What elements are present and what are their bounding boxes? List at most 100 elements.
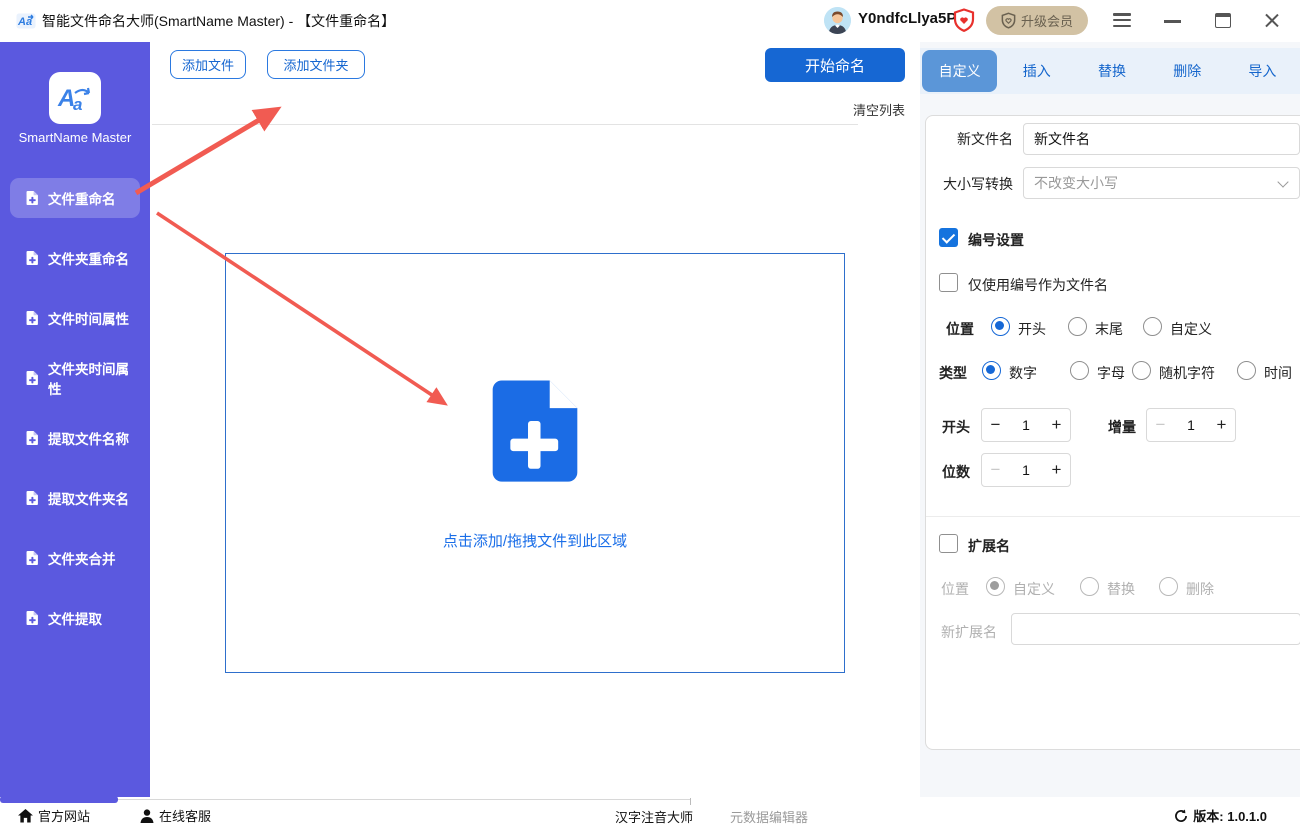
start-number-stepper: − 1 + bbox=[981, 408, 1071, 442]
new-extension-input[interactable] bbox=[1011, 613, 1300, 645]
start-number-value[interactable]: 1 bbox=[1009, 417, 1043, 433]
document-plus-icon bbox=[26, 610, 39, 626]
toolbar-divider bbox=[152, 124, 858, 125]
sidebar-item-folder-merge[interactable]: 文件夹合并 bbox=[10, 538, 140, 578]
footer: 官方网站 在线客服 汉字注音大师 元数据编辑器 版本: 1.0.1.0 bbox=[0, 797, 1300, 832]
add-files-button[interactable]: 添加文件 bbox=[170, 50, 246, 79]
chevron-down-icon bbox=[1277, 176, 1288, 187]
document-plus-icon bbox=[26, 430, 39, 446]
only-number-checkbox[interactable] bbox=[939, 273, 958, 292]
tab-insert[interactable]: 插入 bbox=[999, 48, 1074, 94]
sidebar-item-label: 提取文件夹名 bbox=[48, 488, 129, 508]
tab-import[interactable]: 导入 bbox=[1225, 48, 1300, 94]
document-plus-icon bbox=[26, 370, 39, 386]
digits-stepper: − 1 + bbox=[981, 453, 1071, 487]
position-option-label[interactable]: 自定义 bbox=[1170, 319, 1212, 339]
file-dropzone[interactable]: 点击添加/拖拽文件到此区域 bbox=[225, 253, 845, 673]
svg-text:a: a bbox=[73, 95, 82, 114]
custom-settings-card: 新文件名 大小写转换 不改变大小写 编号设置 仅使用编号作为文件名 位置 开头 … bbox=[925, 115, 1300, 750]
pinyin-master-link[interactable]: 汉字注音大师 bbox=[615, 807, 693, 826]
type-radio-number[interactable] bbox=[982, 361, 1001, 380]
type-option-label[interactable]: 数字 bbox=[1009, 363, 1037, 383]
ext-position-option-label: 删除 bbox=[1186, 579, 1214, 599]
minimize-button[interactable] bbox=[1164, 20, 1181, 23]
plus-button[interactable]: + bbox=[1043, 415, 1070, 435]
digits-label: 位数 bbox=[942, 462, 970, 482]
app-icon: Aa bbox=[16, 11, 36, 31]
tab-delete[interactable]: 删除 bbox=[1150, 48, 1225, 94]
start-number-label: 开头 bbox=[942, 417, 970, 437]
minus-button[interactable]: − bbox=[1147, 415, 1174, 435]
type-label: 类型 bbox=[939, 363, 967, 383]
app-name: SmartName Master bbox=[0, 130, 150, 145]
online-support-link[interactable]: 在线客服 bbox=[140, 806, 211, 825]
type-radio-time[interactable] bbox=[1237, 361, 1256, 380]
upgrade-member-label: 升级会员 bbox=[1021, 11, 1073, 30]
type-radio-letter[interactable] bbox=[1070, 361, 1089, 380]
document-plus-icon bbox=[26, 190, 39, 206]
numbering-checkbox[interactable] bbox=[939, 228, 958, 247]
case-conversion-label: 大小写转换 bbox=[928, 175, 1013, 193]
refresh-icon[interactable] bbox=[1174, 809, 1188, 823]
new-filename-input[interactable] bbox=[1023, 123, 1300, 155]
sidebar: A a SmartName Master 文件重命名 文件夹重命名 文件时间属性… bbox=[0, 42, 150, 798]
document-plus-icon bbox=[26, 310, 39, 326]
avatar[interactable] bbox=[824, 7, 851, 34]
minus-button[interactable]: − bbox=[982, 460, 1009, 480]
numbering-label: 编号设置 bbox=[968, 230, 1024, 250]
increment-label: 增量 bbox=[1108, 417, 1136, 437]
menu-icon[interactable] bbox=[1113, 13, 1131, 27]
sidebar-item-label: 文件时间属性 bbox=[48, 308, 129, 328]
add-file-icon bbox=[489, 376, 581, 488]
ext-position-radio-custom[interactable] bbox=[986, 577, 1005, 596]
sidebar-item-folder-rename[interactable]: 文件夹重命名 bbox=[10, 238, 140, 278]
tab-custom[interactable]: 自定义 bbox=[922, 50, 997, 92]
sidebar-item-folder-time[interactable]: 文件夹时间属性 bbox=[10, 358, 140, 398]
clear-list-link[interactable]: 清空列表 bbox=[805, 100, 905, 119]
position-option-label[interactable]: 开头 bbox=[1018, 319, 1046, 339]
sidebar-item-file-time[interactable]: 文件时间属性 bbox=[10, 298, 140, 338]
close-button[interactable] bbox=[1263, 12, 1280, 29]
position-radio-end[interactable] bbox=[1068, 317, 1087, 336]
case-conversion-value: 不改变大小写 bbox=[1034, 173, 1118, 193]
position-option-label[interactable]: 末尾 bbox=[1095, 319, 1123, 339]
ext-position-radio-delete[interactable] bbox=[1159, 577, 1178, 596]
maximize-button[interactable] bbox=[1215, 13, 1231, 28]
increment-stepper: − 1 + bbox=[1146, 408, 1236, 442]
digits-value[interactable]: 1 bbox=[1009, 462, 1043, 478]
extension-checkbox[interactable] bbox=[939, 534, 958, 553]
type-option-label[interactable]: 随机字符 bbox=[1159, 363, 1215, 383]
only-number-label: 仅使用编号作为文件名 bbox=[968, 275, 1108, 295]
type-option-label[interactable]: 字母 bbox=[1097, 363, 1125, 383]
sidebar-item-file-rename[interactable]: 文件重命名 bbox=[10, 178, 140, 218]
sidebar-item-label: 文件重命名 bbox=[48, 188, 116, 208]
title-bar: Aa 智能文件命名大师(SmartName Master) - 【文件重命名】 … bbox=[0, 0, 1300, 42]
metadata-editor-link[interactable]: 元数据编辑器 bbox=[730, 807, 808, 826]
plus-button[interactable]: + bbox=[1208, 415, 1235, 435]
case-conversion-select[interactable]: 不改变大小写 bbox=[1023, 167, 1300, 199]
increment-value[interactable]: 1 bbox=[1174, 417, 1208, 433]
document-plus-icon bbox=[26, 550, 39, 566]
window-title: 智能文件命名大师(SmartName Master) - 【文件重命名】 bbox=[42, 11, 395, 31]
add-folders-button[interactable]: 添加文件夹 bbox=[267, 50, 365, 79]
type-option-label[interactable]: 时间 bbox=[1264, 363, 1292, 383]
sidebar-item-label: 文件夹合并 bbox=[48, 548, 116, 568]
tab-replace[interactable]: 替换 bbox=[1074, 48, 1149, 94]
sidebar-item-extract-foldername[interactable]: 提取文件夹名 bbox=[10, 478, 140, 518]
ext-position-radio-replace[interactable] bbox=[1080, 577, 1099, 596]
document-plus-icon bbox=[26, 490, 39, 506]
official-site-link[interactable]: 官方网站 bbox=[18, 806, 90, 825]
new-extension-label: 新扩展名 bbox=[941, 622, 997, 642]
sidebar-item-file-extract[interactable]: 文件提取 bbox=[10, 598, 140, 638]
start-rename-button[interactable]: 开始命名 bbox=[765, 48, 905, 82]
type-radio-random[interactable] bbox=[1132, 361, 1151, 380]
position-radio-custom[interactable] bbox=[1143, 317, 1162, 336]
footer-scrollbar-thumb[interactable] bbox=[0, 796, 118, 803]
minus-button[interactable]: − bbox=[982, 415, 1009, 435]
upgrade-member-button[interactable]: 升级会员 bbox=[986, 6, 1088, 35]
plus-button[interactable]: + bbox=[1043, 460, 1070, 480]
ext-position-label: 位置 bbox=[941, 579, 969, 599]
official-site-label: 官方网站 bbox=[38, 806, 90, 825]
position-radio-start[interactable] bbox=[991, 317, 1010, 336]
sidebar-item-extract-filename[interactable]: 提取文件名称 bbox=[10, 418, 140, 458]
